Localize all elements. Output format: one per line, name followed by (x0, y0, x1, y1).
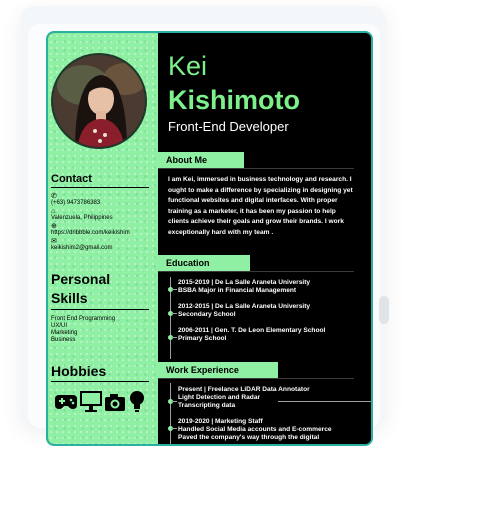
lightbulb-icon (130, 391, 144, 412)
portrait-image (53, 55, 145, 147)
education-item-title: 2015-2019 | De La Salle Araneta Universi… (178, 279, 311, 286)
timeline-tick (171, 401, 177, 402)
scroll-handle[interactable] (379, 296, 389, 324)
about-heading: About Me (158, 152, 244, 168)
education-item: 2012-2015 | De La Salle Araneta Universi… (178, 303, 358, 319)
skills-heading-line2: Skills (51, 290, 88, 306)
timeline-tick (171, 313, 177, 314)
contact-website[interactable]: https://dribbble.com/keikishim (51, 230, 130, 237)
email-icon: ✉ (51, 238, 57, 245)
experience-item-detail: Paved the company's way through the digi… (178, 434, 320, 441)
skill-item: Business (51, 337, 76, 343)
contact-heading: Contact (51, 173, 92, 185)
experience-item-title: 2019-2020 | Marketing Staff (178, 418, 263, 425)
education-heading: Education (158, 255, 250, 271)
education-item: 2006-2011 | Gen. T. De Leon Elementary S… (178, 327, 358, 343)
contact-divider (51, 187, 149, 188)
skills-divider (51, 309, 149, 310)
job-title: Front-End Developer (168, 119, 289, 134)
education-item: 2015-2019 | De La Salle Araneta Universi… (178, 279, 358, 295)
experience-item-detail: Light Detection and Radar (178, 394, 261, 401)
education-item-detail: BSBA Major in Financial Management (178, 287, 297, 294)
camera-icon (105, 394, 125, 411)
timeline-tick (171, 337, 177, 338)
experience-divider (158, 378, 354, 379)
resume-main: Kei Kishimoto Front-End Developer About … (158, 33, 371, 444)
experience-heading: Work Experience (158, 362, 278, 378)
education-item-detail: Secondary School (178, 311, 236, 318)
resume-card: Contact ✆ (+63) 9473786383 ⌂ Valenzuela,… (46, 31, 373, 446)
avatar (51, 53, 147, 149)
last-name: Kishimoto (168, 85, 300, 115)
experience-item-detail: Handled Social Media accounts and E-comm… (178, 426, 332, 433)
timeline-tick (171, 428, 177, 429)
phone-icon: ✆ (51, 193, 57, 200)
about-divider (158, 168, 354, 169)
contact-email[interactable]: keikishim2@gmail.com (51, 245, 112, 252)
hobbies-divider (51, 381, 149, 382)
first-name: Kei (168, 51, 208, 81)
globe-icon: ⊕ (51, 223, 57, 230)
contact-phone: (+63) 9473786383 (51, 200, 101, 206)
resume-sidebar: Contact ✆ (+63) 9473786383 ⌂ Valenzuela,… (48, 33, 158, 444)
experience-item: 2019-2020 | Marketing Staff Handled Soci… (178, 418, 358, 442)
about-text: I am Kei, immersed in business technolog… (168, 176, 353, 236)
gamepad-icon (55, 395, 77, 409)
timeline-tick (171, 289, 177, 290)
experience-item: Present | Freelance LiDAR Data Annotator… (178, 386, 358, 410)
contact-location: Valenzuela, Philippines (51, 215, 113, 221)
education-item-detail: Primary School (178, 335, 227, 342)
monitor-icon (80, 391, 102, 412)
experience-timeline (170, 383, 171, 444)
education-item-title: 2006-2011 | Gen. T. De Leon Elementary S… (178, 327, 326, 334)
skills-heading-line1: Personal (51, 271, 111, 287)
hobby-icons (55, 391, 144, 412)
education-item-title: 2012-2015 | De La Salle Araneta Universi… (178, 303, 311, 310)
education-divider (158, 271, 354, 272)
experience-item-title: Present | Freelance LiDAR Data Annotator (178, 386, 310, 393)
hobbies-heading: Hobbies (51, 363, 107, 379)
experience-item-detail: Transcripting data (178, 402, 236, 409)
home-icon: ⌂ (51, 208, 56, 215)
